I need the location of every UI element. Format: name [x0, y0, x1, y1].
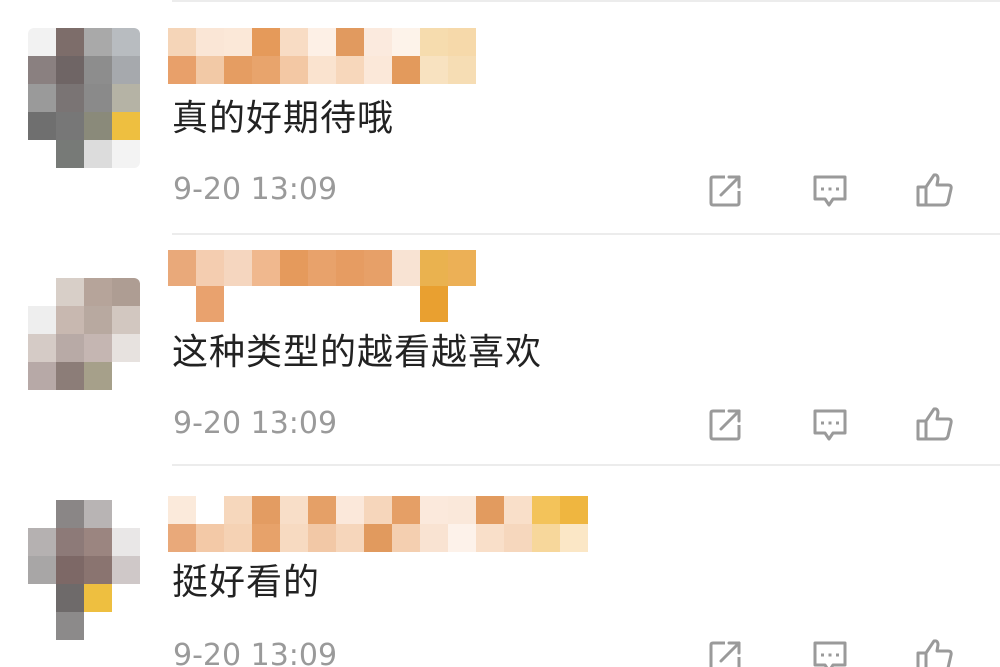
avatar[interactable] — [28, 500, 140, 640]
reply-icon — [813, 175, 847, 207]
comment-item: 这种类型的越看越喜欢 9-20 13:09 — [0, 234, 1000, 465]
share-icon — [709, 641, 741, 667]
comment-item: 真的好期待哦 9-20 13:09 — [0, 0, 1000, 231]
avatar[interactable] — [28, 278, 140, 418]
username[interactable] — [168, 496, 588, 552]
like-icon — [916, 407, 953, 441]
username[interactable] — [168, 28, 476, 84]
reply-button[interactable] — [808, 402, 852, 446]
comment-item: 挺好看的 9-20 13:09 — [0, 466, 1000, 667]
comment-feed: 真的好期待哦 9-20 13:09 这种类型的越看越喜欢 9-20 13:09 … — [0, 0, 1000, 667]
comment-text: 这种类型的越看越喜欢 — [172, 332, 543, 373]
username[interactable] — [168, 250, 476, 322]
comment-timestamp: 9-20 13:09 — [173, 172, 338, 207]
comment-timestamp: 9-20 13:09 — [173, 406, 338, 441]
comment-text: 真的好期待哦 — [172, 98, 395, 139]
comment-timestamp: 9-20 13:09 — [173, 638, 338, 667]
reply-icon — [813, 409, 847, 441]
avatar[interactable] — [28, 28, 140, 168]
like-button[interactable] — [913, 402, 957, 446]
share-icon — [709, 409, 741, 441]
like-icon — [916, 173, 953, 207]
comment-text: 挺好看的 — [172, 562, 321, 603]
like-icon — [916, 639, 953, 667]
reply-button[interactable] — [808, 168, 852, 212]
reply-icon — [813, 641, 847, 667]
share-icon — [709, 175, 741, 207]
reply-button[interactable] — [808, 634, 852, 667]
share-button[interactable] — [704, 402, 748, 446]
like-button[interactable] — [913, 634, 957, 667]
share-button[interactable] — [704, 168, 748, 212]
share-button[interactable] — [704, 634, 748, 667]
like-button[interactable] — [913, 168, 957, 212]
